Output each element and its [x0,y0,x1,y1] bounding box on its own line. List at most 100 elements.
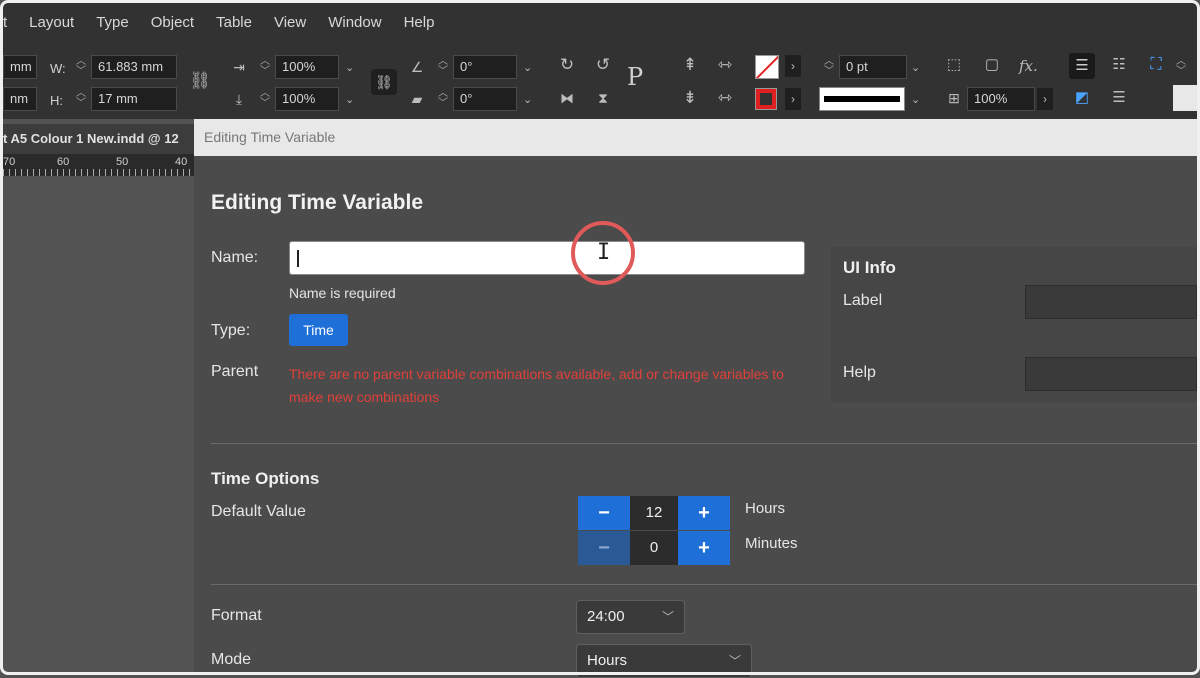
w-label: W: [50,61,66,76]
hours-unit-label: Hours [745,500,786,517]
menu-layout[interactable]: Layout [18,14,85,31]
scale-x-stepper-icon[interactable]: ︿ ﹀ [259,57,271,77]
mode-label: Mode [211,651,252,668]
link-scale-icon[interactable]: ⛓ [371,69,397,95]
mode-select[interactable]: Hours ﹀ [576,644,752,678]
menu-type[interactable]: Type [85,14,140,31]
shear-dropdown-icon[interactable]: ⌄ [523,93,532,106]
control-panel: mm nm W: H: ︿ ﹀ ︿ ﹀ 61.883 mm 17 mm ⛓ ⇥ ⤓ … [3,41,1197,119]
text-caret [297,250,299,267]
document-tab[interactable]: t A5 Colour 1 New.indd @ 12 [3,124,195,154]
scale-y-dropdown-icon[interactable]: ⌄ [345,93,354,106]
effects-icon[interactable]: fx. [1019,57,1038,75]
format-select-value: 24:00 [587,608,625,625]
width-field[interactable]: 61.883 mm [91,55,177,79]
stroke-arrow-icon[interactable]: › [785,88,801,110]
flip-horizontal-icon[interactable]: ⧓ [555,88,579,108]
ui-info-help-input[interactable] [1025,357,1197,391]
distribute-icon[interactable]: ☰ [1107,88,1131,108]
constrain-proportions-icon[interactable]: ⛓ [189,71,211,91]
select-next-icon[interactable]: ⇿ [713,55,737,75]
auto-fit-icon[interactable]: ◩ [1071,88,1093,108]
align-center-icon[interactable]: ☰ [1069,53,1095,79]
minutes-decrement-button[interactable]: − [578,531,630,565]
h-stepper-icon[interactable]: ︿ ﹀ [75,89,87,109]
dialog-title-bar[interactable]: Editing Time Variable [194,119,1197,156]
w-stepper-icon[interactable]: ︿ ﹀ [75,57,87,77]
scale-x-dropdown-icon[interactable]: ⌄ [345,61,354,74]
scale-x-field[interactable]: 100% [275,55,339,79]
menu-table[interactable]: Table [205,14,263,31]
opacity-icon: ⊞ [948,90,960,106]
height-field[interactable]: 17 mm [91,87,177,111]
select-container-icon[interactable]: ⇞ [679,55,701,75]
stroke-type-select[interactable] [819,87,905,111]
panel-menu-swatch[interactable] [1173,85,1197,111]
time-options-heading: Time Options [211,469,320,488]
hours-increment-button[interactable]: + [678,496,730,530]
panel-stepper-icon[interactable]: ︿ ﹀ [1175,57,1187,77]
section-divider [211,443,1197,444]
hours-decrement-button[interactable]: − [578,496,630,530]
stroke-swatch-icon[interactable] [755,88,777,110]
rotate-field[interactable]: 0° [453,55,517,79]
rotate-cw-icon[interactable]: ↻ [555,55,579,75]
minutes-increment-button[interactable]: + [678,531,730,565]
rotate-dropdown-icon[interactable]: ⌄ [523,61,532,74]
stroke-weight-stepper-icon[interactable]: ︿ ﹀ [823,57,835,77]
ui-info-label-input[interactable] [1025,285,1197,319]
flip-vertical-icon[interactable]: ⧗ [591,88,615,108]
rotate-ccw-icon[interactable]: ↺ [591,55,615,75]
ruler-label: 40 [175,156,188,168]
stroke-weight-field[interactable]: 0 pt [839,55,907,79]
opacity-arrow-icon[interactable]: › [1037,88,1053,110]
scale-y-field[interactable]: 100% [275,87,339,111]
ui-info-title: UI Info [843,258,896,277]
format-select[interactable]: 24:00 ﹀ [576,600,685,634]
ruler-label: 50 [116,156,129,168]
fill-swatch-icon[interactable] [755,55,779,79]
editing-time-variable-dialog: Editing Time Variable Editing Time Varia… [194,119,1197,678]
type-time-button[interactable]: Time [289,314,348,346]
menu-window[interactable]: Window [317,14,392,31]
fill-arrow-icon[interactable]: › [785,55,801,77]
y-field[interactable]: nm [3,87,37,111]
menu-help[interactable]: Help [393,14,446,31]
horizontal-ruler: 70 60 50 40 [3,154,195,176]
scale-x-icon: ⇥ [233,59,245,75]
stroke-type-dropdown-icon[interactable]: ⌄ [911,93,920,106]
name-input[interactable] [289,241,805,275]
text-wrap-icon[interactable]: ☷ [1107,55,1131,75]
menu-object[interactable]: Object [140,14,205,31]
menu-edit[interactable]: t [3,14,18,31]
shear-stepper-icon[interactable]: ︿ ﹀ [437,89,449,109]
shear-field[interactable]: 0° [453,87,517,111]
rotate-stepper-icon[interactable]: ︿ ﹀ [437,57,449,77]
text-cursor-icon: I [597,240,611,265]
minutes-value[interactable]: 0 [630,531,678,565]
mode-select-value: Hours [587,652,628,669]
select-previous-icon[interactable]: ⇿ [713,88,737,108]
frame-box-icon[interactable]: ▢ [981,55,1003,75]
rotate-angle-icon: ∠ [410,59,424,75]
chevron-down-icon: ﹀ [728,654,741,668]
minutes-unit-label: Minutes [745,535,798,552]
ui-info-panel: UI Info Label Help [831,247,1197,402]
ruler-ticks [3,169,195,176]
parent-error-message: There are no parent variable combination… [289,366,784,405]
name-required-hint: Name is required [289,285,396,301]
transform-content-icon[interactable]: ⛶ [1145,55,1167,75]
format-label: Format [211,607,262,624]
x-field[interactable]: mm [3,55,37,79]
select-content-icon[interactable]: ⇟ [679,88,701,108]
scale-y-icon: ⤓ [235,91,243,107]
stroke-weight-dropdown-icon[interactable]: ⌄ [911,61,920,74]
chevron-down-icon: ﹀ [661,610,674,624]
opacity-field[interactable]: 100% [967,87,1035,111]
scale-y-stepper-icon[interactable]: ︿ ﹀ [259,89,271,109]
hours-value[interactable]: 12 [630,496,678,530]
type-label: Type: [211,322,251,339]
menu-view[interactable]: View [263,14,317,31]
fit-frame-icon[interactable]: ⬚ [943,55,965,75]
reference-point-icon[interactable]: P [627,63,643,91]
